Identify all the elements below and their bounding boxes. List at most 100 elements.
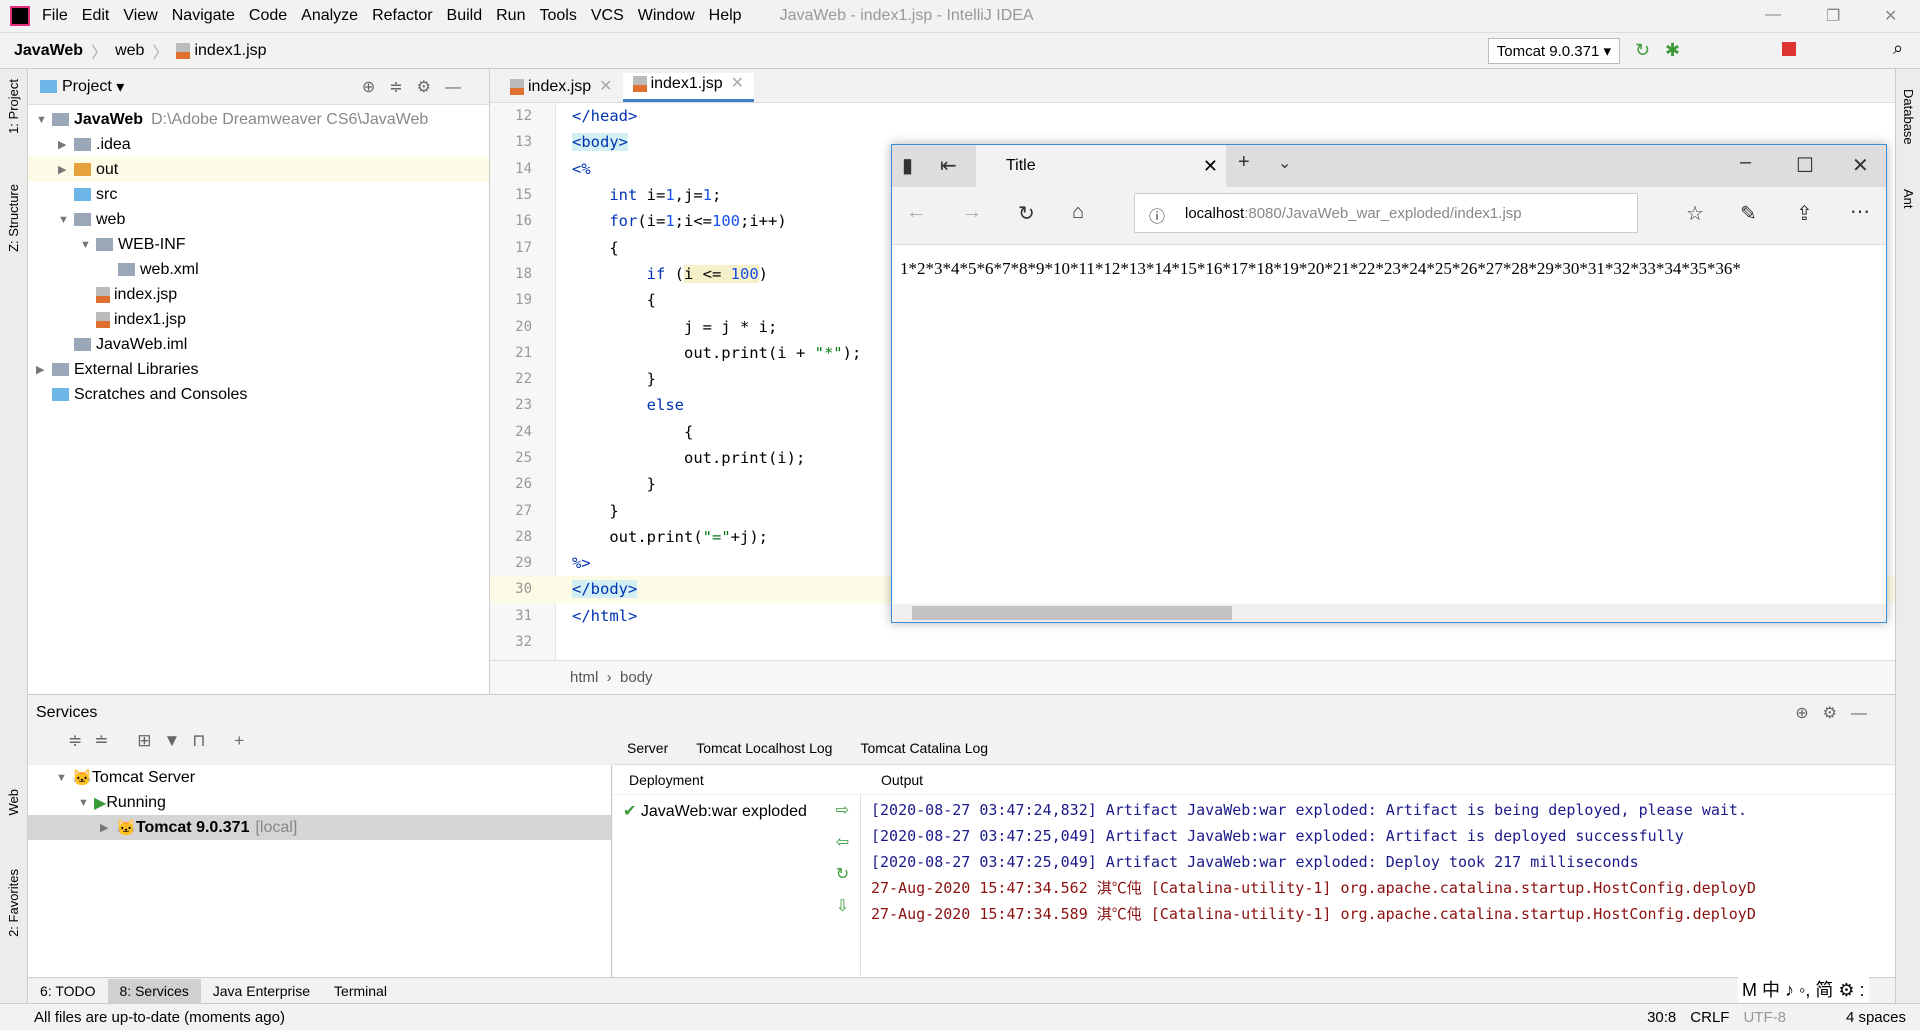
crumb-file[interactable]: index1.jsp [194,42,266,60]
tab-list-chevron-icon[interactable]: ⌄ [1278,153,1291,173]
tree-item[interactable]: index.jsp [28,282,489,307]
menu-build[interactable]: Build [447,7,483,25]
tool-tab--todo[interactable]: 6: TODO [28,979,108,1003]
more-icon[interactable]: ⋯ [1850,199,1870,224]
window-title: JavaWeb - index1.jsp - IntelliJ IDEA [779,7,1034,24]
menu-file[interactable]: File [42,7,68,25]
tree-item[interactable]: ▶ out [28,157,489,182]
tree-item[interactable]: Scratches and Consoles [28,382,489,407]
expand-arrow-icon[interactable]: ▶ [58,138,74,151]
expand-arrow-icon[interactable]: ▶ [100,821,116,834]
tab-tomcat-localhost-log[interactable]: Tomcat Localhost Log [696,740,832,756]
menu-run[interactable]: Run [496,7,525,25]
tree-item[interactable]: ▼ JavaWeb D:\Adobe Dreamweaver CS6\JavaWeb [28,107,489,132]
menu-navigate[interactable]: Navigate [172,7,235,25]
minimize-icon[interactable]: – [1740,151,1751,174]
rerun-icon[interactable]: ↻ [1635,40,1650,61]
expand-arrow-icon[interactable]: ▼ [58,214,74,226]
structure-tool-button[interactable]: Z: Structure [6,184,21,252]
tree-item[interactable]: ▶ External Libraries [28,357,489,382]
set-aside-tabs-icon[interactable]: ⇤ [940,153,957,178]
home-icon[interactable]: ⌂ [1072,201,1084,224]
forward-icon[interactable]: → [962,201,982,224]
horizontal-scrollbar[interactable] [892,604,1886,622]
service-tree-item[interactable]: ▼ 🐱 Tomcat Server [28,765,611,790]
file-encoding[interactable]: UTF-8 [1743,1009,1786,1026]
service-tree-item[interactable]: ▶ 🐱 Tomcat 9.0.371 [local] [28,815,611,840]
expand-arrow-icon[interactable]: ▼ [36,114,52,126]
menu-window[interactable]: Window [638,7,695,25]
menu-tools[interactable]: Tools [539,7,576,25]
menu-vcs[interactable]: VCS [591,7,624,25]
tree-item[interactable]: index1.jsp [28,307,489,332]
tab-tomcat-catalina-log[interactable]: Tomcat Catalina Log [860,740,988,756]
pen-icon[interactable]: ✎ [1740,201,1757,226]
tree-item[interactable]: web.xml [28,257,489,282]
project-view-select[interactable]: Project [62,78,112,96]
menu-edit[interactable]: Edit [82,7,110,25]
share-icon[interactable]: ⇪ [1796,201,1813,226]
search-icon[interactable]: ⌕ [1893,38,1903,59]
database-tool-button[interactable]: Database [1901,89,1916,145]
tab-index1-jsp[interactable]: index1.jsp ✕ [622,73,755,102]
line-separator[interactable]: CRLF [1690,1009,1729,1026]
tree-item[interactable]: JavaWeb.iml [28,332,489,357]
navigation-breadcrumb: JavaWeb 〉 web 〉 index1.jsp [0,33,1920,69]
caret-position[interactable]: 30:8 [1647,1009,1676,1026]
close-tab-icon[interactable]: ✕ [1203,156,1218,177]
address-bar[interactable]: ⓘ localhost:8080/JavaWeb_war_exploded/ind… [1134,193,1638,233]
services-panel: Services ⊕⚙— ≑≐ ⊞▼⊓ + ▼ 🐱 Tomcat Server ▼ ▶ … [28,694,1895,977]
close-tab-icon[interactable]: ✕ [731,75,744,92]
tree-item[interactable]: ▼ WEB-INF [28,232,489,257]
refresh-icon[interactable]: ↻ [1018,201,1035,226]
tree-item[interactable]: ▶ .idea [28,132,489,157]
expand-arrow-icon[interactable]: ▼ [80,239,96,251]
close-button[interactable]: ✕ [1884,6,1897,26]
tabs-aside-icon[interactable]: ▮ [902,153,913,178]
web-tool-button[interactable]: Web [6,789,21,816]
indent-setting[interactable]: 4 spaces [1846,1009,1906,1026]
deployment-item[interactable]: ✔ JavaWeb:war exploded [613,795,825,975]
menu-analyze[interactable]: Analyze [301,7,358,25]
deployment-actions[interactable]: ⇨ ⇦ ↻ ⇩ [825,795,861,975]
browser-tab[interactable]: Title ✕ [976,145,1226,187]
services-actions[interactable]: ⊕⚙— [1795,703,1881,723]
crumb-body[interactable]: body [620,669,653,686]
minimize-button[interactable]: — [1765,6,1781,24]
expand-arrow-icon[interactable]: ▶ [58,163,74,176]
tree-item[interactable]: src [28,182,489,207]
crumb-html[interactable]: html [570,669,598,686]
panel-actions[interactable]: ⊕≑⚙— [362,77,475,97]
debug-icon[interactable]: ✱ [1665,40,1680,61]
ime-toolbar[interactable]: M 中 ♪ ◦, 简 ⚙ : [1738,976,1869,1002]
crumb-folder[interactable]: web [115,42,144,60]
menu-refactor[interactable]: Refactor [372,7,432,25]
expand-arrow-icon[interactable]: ▼ [56,772,72,784]
maximize-icon[interactable]: ☐ [1796,153,1814,178]
tool-tab-java-enterprise[interactable]: Java Enterprise [201,979,322,1003]
stop-icon[interactable] [1782,42,1796,56]
service-tree-item[interactable]: ▼ ▶ Running [28,790,611,815]
line-number: 16 [515,213,532,230]
run-configuration-select[interactable]: Tomcat 9.0.371 ▾ [1487,38,1620,64]
expand-arrow-icon[interactable]: ▶ [36,363,52,376]
crumb-project[interactable]: JavaWeb [14,42,83,60]
tool-tab--services[interactable]: 8: Services [107,978,201,1003]
project-tool-button[interactable]: 1: Project [6,79,21,134]
tab-index-jsp[interactable]: index.jsp ✕ [500,76,623,102]
tool-tab-terminal[interactable]: Terminal [322,979,399,1003]
favorites-tool-button[interactable]: 2: Favorites [6,869,21,937]
new-tab-icon[interactable]: + [1238,151,1250,174]
back-icon[interactable]: ← [906,201,926,224]
menu-code[interactable]: Code [249,7,287,25]
tree-item[interactable]: ▼ web [28,207,489,232]
menu-view[interactable]: View [123,7,157,25]
favorites-icon[interactable]: ☆ [1686,201,1704,226]
close-tab-icon[interactable]: ✕ [599,78,612,95]
expand-arrow-icon[interactable]: ▼ [78,797,94,809]
close-icon[interactable]: ✕ [1852,153,1869,178]
tab-server[interactable]: Server [627,740,668,756]
restore-button[interactable]: ❐ [1826,6,1840,26]
menu-help[interactable]: Help [709,7,742,25]
ant-tool-button[interactable]: Ant [1901,189,1916,209]
